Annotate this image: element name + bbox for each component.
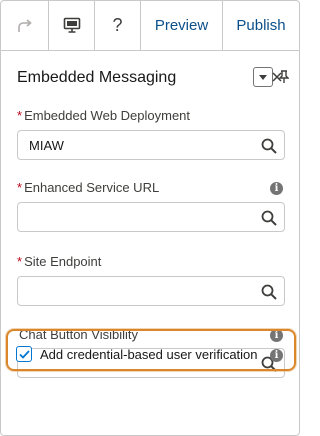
credential-verification-label[interactable]: Add credential-based user verification	[40, 347, 258, 362]
redo-icon	[17, 18, 32, 32]
search-icon[interactable]	[260, 283, 278, 301]
properties-panel: Embedded Messaging * Embedded Web Deploym…	[0, 51, 300, 436]
required-asterisk: *	[17, 254, 23, 269]
embedded-web-deployment-input[interactable]: MIAW	[17, 130, 285, 160]
close-icon[interactable]	[271, 71, 283, 83]
help-button[interactable]: ?	[95, 1, 141, 50]
publish-button[interactable]: Publish	[223, 1, 299, 50]
input-value: MIAW	[29, 138, 64, 153]
field-label-text: Enhanced Service URL	[24, 180, 160, 195]
panel-title: Embedded Messaging	[17, 69, 177, 86]
enhanced-service-url-label: * Enhanced Service URL	[17, 180, 159, 195]
info-icon[interactable]: i	[270, 182, 283, 195]
chevron-down-icon	[259, 74, 267, 80]
embedded-web-deployment-label: * Embedded Web Deployment	[17, 108, 190, 123]
preview-label: Preview	[154, 17, 209, 34]
field-label-text: Site Endpoint	[24, 254, 102, 269]
search-icon[interactable]	[260, 137, 278, 155]
checkmark-icon	[18, 349, 30, 359]
site-endpoint-label: * Site Endpoint	[17, 254, 101, 269]
redo-button[interactable]	[1, 1, 49, 50]
credential-verification-checkbox[interactable]	[16, 346, 32, 362]
site-endpoint-input[interactable]	[17, 276, 285, 306]
desktop-icon	[63, 17, 80, 33]
info-icon[interactable]: i	[270, 349, 283, 362]
enhanced-service-url-input[interactable]	[17, 202, 285, 232]
required-asterisk: *	[17, 180, 23, 195]
preview-button[interactable]: Preview	[141, 1, 223, 50]
panel-menu-button[interactable]	[253, 67, 273, 87]
builder-toolbar: ? Preview Publish	[0, 0, 300, 51]
publish-label: Publish	[236, 17, 286, 34]
device-preview-button[interactable]	[49, 1, 95, 50]
search-icon[interactable]	[260, 209, 278, 227]
required-asterisk: *	[17, 108, 23, 123]
help-label: ?	[112, 15, 123, 35]
field-label-text: Embedded Web Deployment	[24, 108, 191, 123]
